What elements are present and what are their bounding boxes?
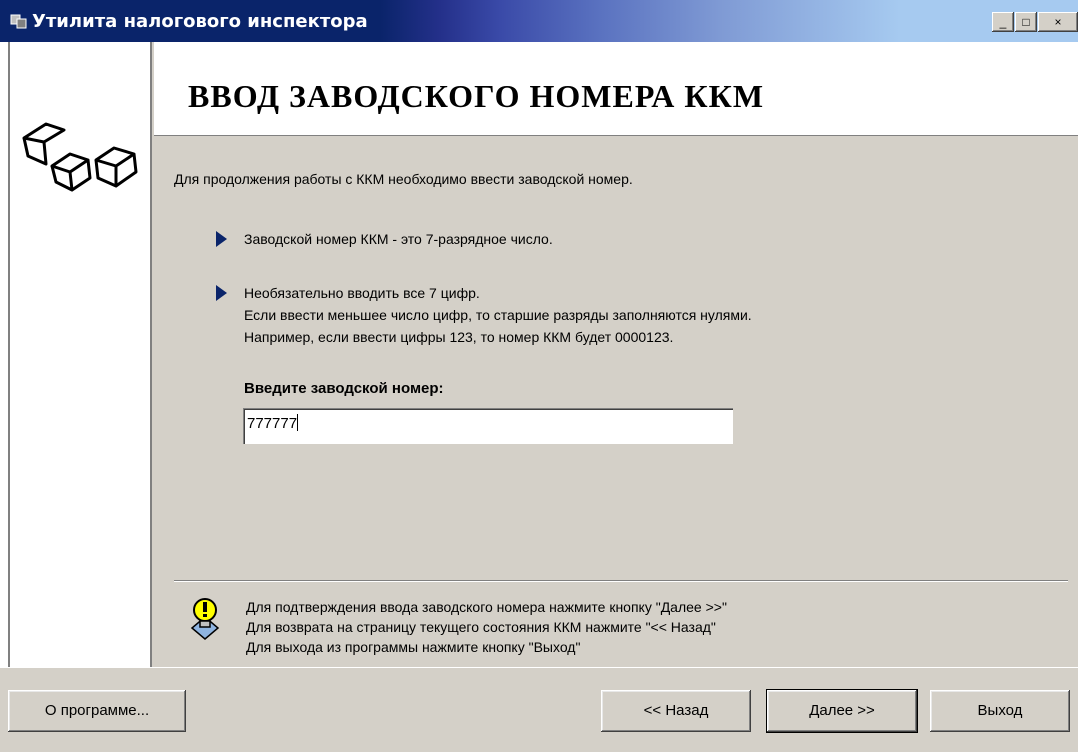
window-title: Утилита налогового инспектора — [32, 11, 368, 32]
separator-highlight — [174, 581, 1068, 582]
bullet-text: Необязательно вводить все 7 цифр. Если в… — [244, 282, 752, 348]
next-button[interactable]: Далее >> — [766, 689, 918, 733]
serial-number-value: 777777 — [247, 415, 298, 432]
content-area: Для продолжения работы с ККМ необходимо … — [154, 136, 1078, 667]
app-icon — [10, 14, 27, 29]
about-button[interactable]: О программе... — [8, 690, 186, 732]
serial-field-label: Введите заводской номер: — [244, 380, 444, 397]
intro-text: Для продолжения работы с ККМ необходимо … — [174, 171, 633, 187]
button-bar: О программе... << Назад Далее >> Выход — [0, 667, 1078, 752]
text-caret — [297, 414, 299, 431]
bullet-line: Необязательно вводить все 7 цифр. — [244, 285, 480, 301]
lightbulb-hint-icon — [190, 598, 220, 640]
header-panel: ВВОД ЗАВОДСКОГО НОМЕРА ККМ — [154, 42, 1078, 136]
triangle-right-icon — [216, 231, 227, 247]
bullet-line: Если ввести меньшее число цифр, то старш… — [244, 307, 752, 323]
close-button[interactable]: × — [1038, 12, 1078, 32]
minimize-button[interactable]: _ — [992, 12, 1014, 32]
hint-text: Для подтверждения ввода заводского номер… — [246, 597, 727, 657]
left-divider-highlight — [10, 42, 11, 667]
bullet-line: Заводской номер ККМ - это 7-разрядное чи… — [244, 231, 553, 247]
page-title: ВВОД ЗАВОДСКОГО НОМЕРА ККМ — [188, 78, 765, 114]
left-panel — [0, 42, 152, 667]
back-button[interactable]: << Назад — [601, 690, 751, 732]
maximize-button[interactable]: □ — [1015, 12, 1037, 32]
cube-logo — [22, 122, 138, 192]
hint-line: Для выхода из программы нажмите кнопку "… — [246, 639, 581, 655]
hint-line: Для возврата на страницу текущего состоя… — [246, 619, 716, 635]
hint-line: Для подтверждения ввода заводского номер… — [246, 599, 727, 615]
triangle-right-icon — [216, 285, 227, 301]
serial-number-input[interactable]: 777777 — [243, 408, 733, 444]
bullet-line: Например, если ввести цифры 123, то номе… — [244, 329, 674, 345]
exit-button[interactable]: Выход — [930, 690, 1070, 732]
title-bar[interactable]: Утилита налогового инспектора _ □ × — [0, 0, 1078, 42]
